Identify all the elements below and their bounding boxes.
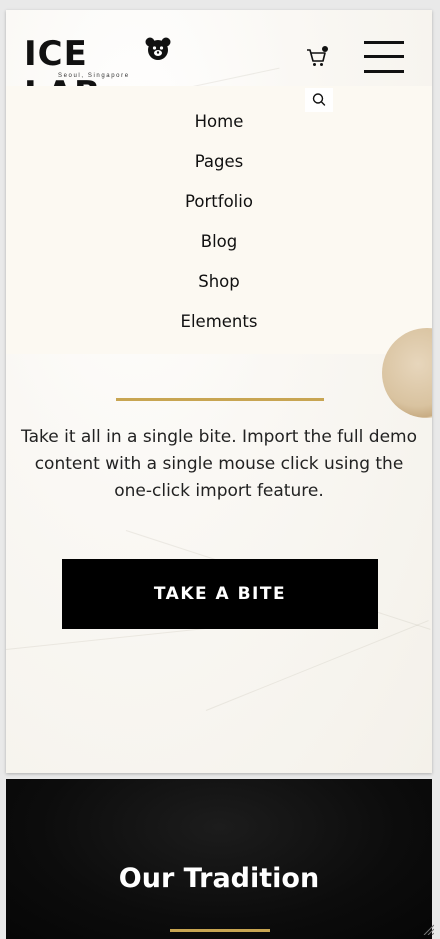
menu-item-blog[interactable]: Blog <box>6 232 432 251</box>
menu-item-pages[interactable]: Pages <box>6 152 432 171</box>
menu-item-portfolio[interactable]: Portfolio <box>6 192 432 211</box>
logo-tagline: Seoul, Singapore <box>58 73 130 79</box>
marble-vein <box>205 620 429 711</box>
hamburger-line <box>364 55 404 58</box>
menu-item-home[interactable]: Home <box>6 112 432 131</box>
menu-item-shop[interactable]: Shop <box>6 272 432 291</box>
bear-logo-icon <box>145 37 171 60</box>
page-frame: ICE LAB Seoul, Singapore Home <box>6 10 432 773</box>
search-icon <box>312 93 326 106</box>
gold-divider <box>116 398 324 401</box>
take-a-bite-button[interactable]: TAKE A BITE <box>62 559 378 629</box>
resize-grip-icon[interactable] <box>422 923 434 935</box>
search-button[interactable] <box>305 88 333 112</box>
logo[interactable]: ICE LAB Seoul, Singapore <box>24 34 174 114</box>
tradition-gold-divider <box>170 929 270 932</box>
tradition-section: Our Tradition <box>6 779 432 939</box>
hamburger-line <box>364 41 404 44</box>
cart-icon[interactable] <box>306 46 328 68</box>
dropdown-menu: Home Pages Portfolio Blog Shop Elements <box>6 86 432 354</box>
menu-item-elements[interactable]: Elements <box>6 312 432 331</box>
hero-description: Take it all in a single bite. Import the… <box>21 427 417 501</box>
site-header: ICE LAB Seoul, Singapore <box>6 10 432 114</box>
hamburger-menu-button[interactable] <box>364 41 404 73</box>
hamburger-line <box>364 70 404 73</box>
tradition-title: Our Tradition <box>118 863 320 894</box>
